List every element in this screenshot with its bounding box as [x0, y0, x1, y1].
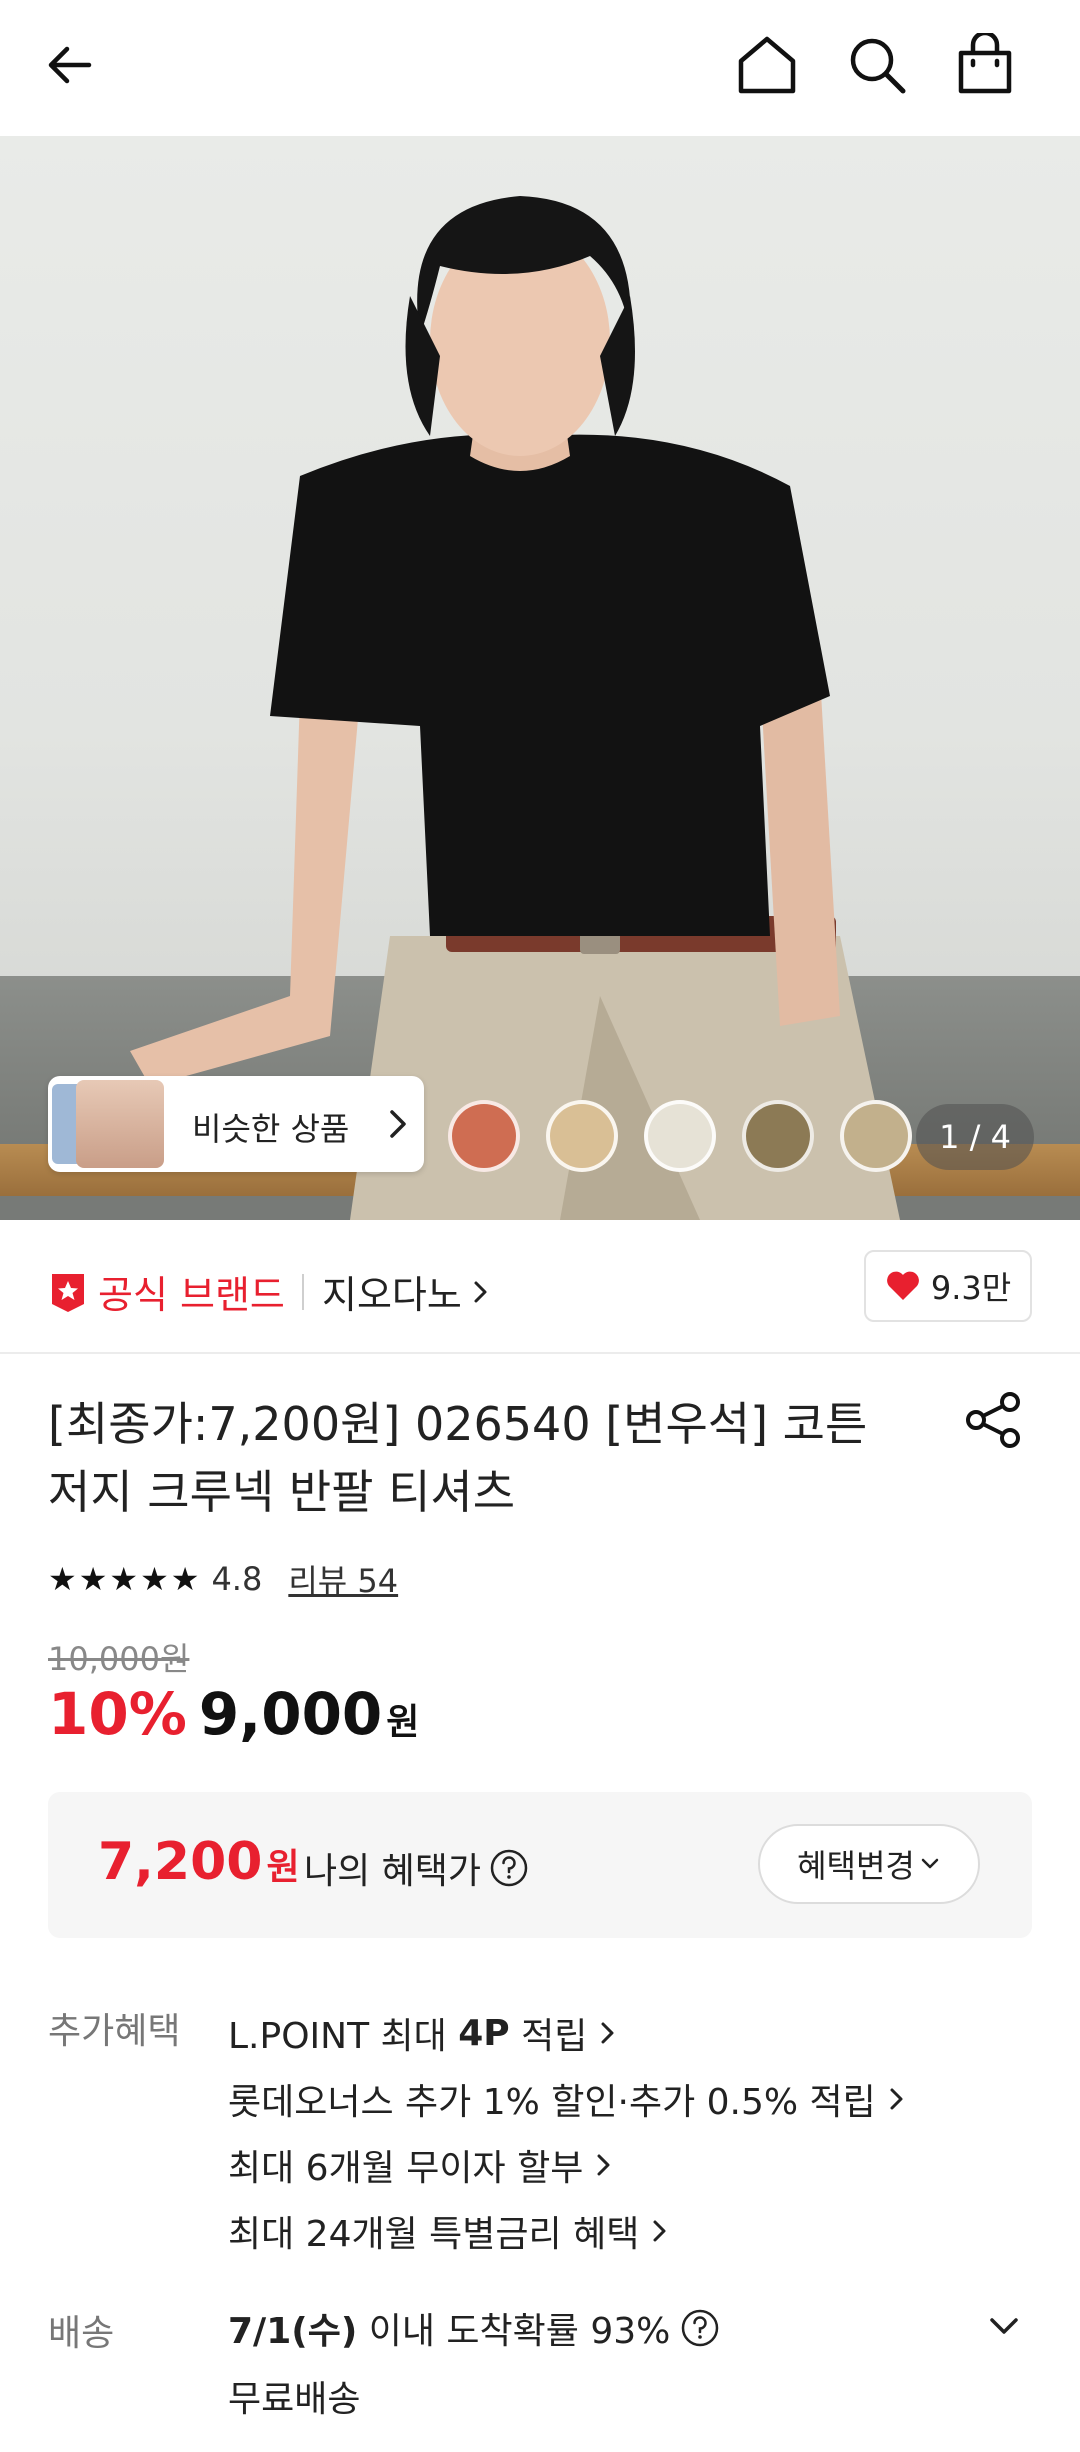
- back-button[interactable]: [36, 30, 106, 100]
- benefit-label: 나의 혜택가: [304, 1851, 482, 1892]
- shipping-estimate: 7/1(수) 이내 도착확률 93%: [228, 2302, 720, 2354]
- benefit-price: 7,200 원: [98, 1832, 300, 1892]
- chevron-right-icon: [653, 2220, 666, 2242]
- official-brand-badge: 공식 브랜드: [48, 1264, 285, 1319]
- benefit-price-box: 7,200 원 나의 혜택가 혜택변경: [48, 1792, 1032, 1938]
- color-swatch-1[interactable]: [448, 1100, 520, 1172]
- share-icon: [966, 1392, 1020, 1448]
- shipping-probability: 이내 도착확률 93%: [357, 2311, 671, 2352]
- shipping-date: 7/1(수): [228, 2311, 358, 2352]
- sale-price: 9,000: [198, 1680, 383, 1748]
- rating-row: ★★★★★ 4.8 리뷰 54: [48, 1556, 398, 1602]
- extra-benefits-label: 추가혜택: [48, 2011, 181, 2052]
- extra-benefit-bold: 4P: [458, 2012, 510, 2054]
- shipping-expand-button[interactable]: [984, 2306, 1024, 2350]
- official-star-icon: [52, 1273, 84, 1312]
- chevron-down-icon: [921, 1858, 939, 1869]
- rating-score: 4.8: [211, 1560, 263, 1598]
- shopping-bag-icon: [958, 33, 1012, 94]
- chevron-right-icon: [601, 2022, 614, 2044]
- home-icon: [738, 36, 796, 94]
- extra-benefit-lpoint[interactable]: L.POINT 최대 4P 적립: [228, 2000, 906, 2066]
- brand-row: 공식 브랜드 지오다노 9.3만: [0, 1220, 1080, 1354]
- extra-benefit-special-rate[interactable]: 최대 24개월 특별금리 혜택: [228, 2198, 906, 2264]
- share-button[interactable]: [962, 1388, 1026, 1456]
- top-app-bar: [0, 0, 1080, 136]
- chevron-right-icon: [390, 1110, 406, 1138]
- extra-benefit-suffix: 적립: [509, 2016, 588, 2057]
- extra-benefits-list: L.POINT 최대 4P 적립 롯데오너스 추가 1% 할인·추가 0.5% …: [228, 2000, 906, 2264]
- model-photo: [130, 196, 900, 1220]
- brand-link[interactable]: 지오다노: [322, 1264, 492, 1319]
- extra-benefit-text: 롯데오너스 추가 1% 할인·추가 0.5% 적립: [228, 2082, 876, 2123]
- cart-button[interactable]: [950, 30, 1020, 100]
- like-button[interactable]: 9.3만: [864, 1250, 1032, 1322]
- color-swatch-2[interactable]: [546, 1100, 618, 1172]
- discount-rate: 10%: [48, 1680, 187, 1748]
- change-benefit-button[interactable]: 혜택변경: [758, 1824, 980, 1904]
- like-count: 9.3만: [930, 1269, 1012, 1307]
- heart-icon: [886, 1271, 919, 1300]
- help-icon[interactable]: [680, 2308, 720, 2348]
- extra-benefit-text: 최대 24개월 특별금리 혜택: [228, 2214, 640, 2255]
- price-currency: 원: [386, 1702, 420, 1743]
- product-image-carousel[interactable]: 비슷한 상품 1 / 4: [0, 136, 1080, 1220]
- product-title: [최종가:7,200원] 026540 [변우석] 코튼 저지 크루넥 반팔 티…: [48, 1397, 868, 1519]
- extra-benefit-installment[interactable]: 최대 6개월 무이자 할부: [228, 2132, 906, 2198]
- similar-products-button[interactable]: 비슷한 상품: [48, 1076, 424, 1172]
- chevron-down-icon: [990, 2318, 1018, 2334]
- brand-name: 지오다노: [322, 1273, 462, 1317]
- price-row: 10% 9,000 원: [48, 1680, 419, 1748]
- image-page-indicator: 1 / 4: [916, 1104, 1034, 1170]
- benefit-label-row: 나의 혜택가: [304, 1842, 529, 1894]
- color-swatch-5[interactable]: [840, 1100, 912, 1172]
- extra-benefit-lotte-owners[interactable]: 롯데오너스 추가 1% 할인·추가 0.5% 적립: [228, 2066, 906, 2132]
- color-swatch-4[interactable]: [742, 1100, 814, 1172]
- search-icon: [850, 38, 906, 94]
- similar-products-label: 비슷한 상품: [192, 1110, 350, 1148]
- home-button[interactable]: [732, 30, 802, 100]
- review-link[interactable]: 리뷰 54: [288, 1556, 398, 1602]
- chevron-right-icon: [474, 1281, 487, 1302]
- chevron-right-icon: [597, 2154, 610, 2176]
- official-brand-label: 공식 브랜드: [98, 1273, 285, 1317]
- chevron-right-icon: [890, 2088, 903, 2110]
- original-price: 10,000원: [48, 1640, 190, 1678]
- color-swatch-3[interactable]: [644, 1100, 716, 1172]
- benefit-price-currency: 원: [266, 1847, 300, 1888]
- extra-benefit-text: 최대 6개월 무이자 할부: [228, 2148, 584, 2189]
- shipping-fee: 무료배송: [228, 2379, 361, 2420]
- help-icon[interactable]: [489, 1848, 529, 1888]
- shipping-label: 배송: [48, 2313, 115, 2354]
- star-rating-icons: ★★★★★: [48, 1560, 202, 1598]
- benefit-price-value: 7,200: [98, 1832, 263, 1892]
- extra-benefit-text: L.POINT 최대: [228, 2016, 459, 2057]
- divider: [302, 1274, 304, 1310]
- change-benefit-label: 혜택변경: [797, 1847, 915, 1885]
- similar-product-thumbnail: [52, 1080, 170, 1168]
- search-button[interactable]: [842, 30, 912, 100]
- back-arrow-icon: [48, 46, 92, 84]
